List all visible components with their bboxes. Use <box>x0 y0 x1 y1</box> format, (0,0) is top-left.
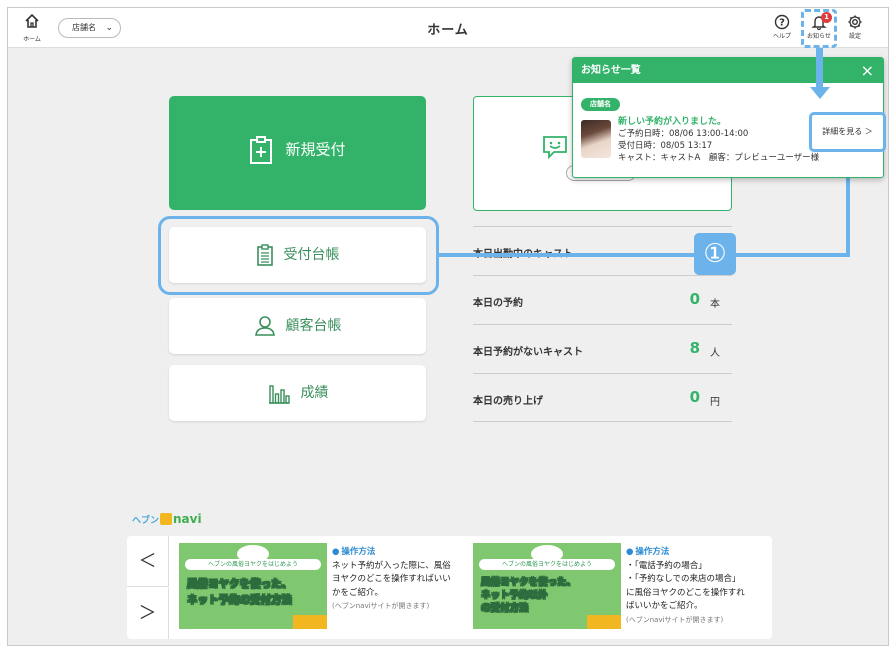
banner-corner <box>293 615 327 629</box>
banner-text: ネット予約が入った際に、風俗 <box>332 560 451 571</box>
stat-label: 本日の売り上げ <box>473 396 543 407</box>
notification-item[interactable]: 新しい予約が入りました。 ご予約日時：08/06 13:00-14:00 受付日… <box>618 116 819 164</box>
banner-title-line: ネット予約以外 <box>481 590 548 602</box>
chat-smile-icon <box>543 136 567 159</box>
settings-label: 設定 <box>848 33 861 40</box>
notification-panel-title: お知らせ一覧 <box>581 65 641 76</box>
annotation-arrow-head <box>810 87 830 99</box>
banner-text: ばいいかをご紹介。 <box>626 601 703 611</box>
new-reception-button[interactable]: 新規受付 <box>169 96 426 210</box>
app-frame: ホーム 店舗名 ⌄ ホーム ? ヘルプ 1 お知らせ 設定 新規受付 受付台帳 <box>7 7 889 646</box>
help-button[interactable]: ? ヘルプ <box>766 14 798 40</box>
close-icon[interactable]: × <box>861 58 874 83</box>
received-datetime: 受付日時：08/05 13:17 <box>618 141 713 151</box>
notification-highlight <box>801 9 837 48</box>
banner-note: (ヘブンnaviサイトが開きます) <box>626 615 724 624</box>
customer-ledger-label: 顧客台帳 <box>285 318 342 334</box>
stat-unit: 本 <box>710 299 720 310</box>
annotation-connector <box>439 253 850 257</box>
help-label: ヘルプ <box>772 33 791 40</box>
banner-info[interactable]: 操作方法 ・「電話予約の場合」 ・「予約なしでの来店の場合」 に風俗ヨヤクのどこ… <box>626 546 766 627</box>
stat-value: 8 <box>689 339 700 357</box>
reservation-datetime: ご予約日時：08/06 13:00-14:00 <box>618 129 749 139</box>
svg-text:?: ? <box>779 18 785 29</box>
help-icon: ? <box>774 14 790 30</box>
stat-row: 本日予約がないキャスト 8 人 <box>473 324 732 373</box>
banner-info[interactable]: 操作方法 ネット予約が入った際に、風俗 ヨヤクのどこを操作すればいい かをご紹介… <box>332 546 472 614</box>
top-bar: ホーム 店舗名 ⌄ ホーム ? ヘルプ 1 お知らせ 設定 <box>8 8 888 48</box>
banner-text: かをご紹介。 <box>332 587 384 598</box>
stat-label: 本日予約がないキャスト <box>473 347 583 358</box>
annotation-number: ① <box>694 233 736 275</box>
banner-text: ・「予約なしでの来店の場合」 <box>626 574 741 584</box>
banner-title: 風俗ヨヤクを使った、 ネット予約の受付方法 <box>187 576 293 608</box>
banner-text: に風俗ヨヤクのどこを操作すれ <box>626 587 745 598</box>
page-title: ホーム <box>427 23 469 38</box>
notification-title: 新しい予約が入りました。 <box>618 117 727 127</box>
stat-row: 本日の予約 0 本 <box>473 275 732 324</box>
banner-image[interactable]: ヘブンの風俗ヨヤクをはじめよう 風俗ヨヤクを使った、 ネット予約の受付方法 <box>179 543 327 629</box>
detail-link-label: 詳細を見る ＞ <box>822 127 873 136</box>
stat-unit: 円 <box>710 397 720 408</box>
gear-icon <box>848 15 862 29</box>
banner-title-line: ネット予約の受付方法 <box>187 594 293 607</box>
settings-button[interactable]: 設定 <box>839 14 871 40</box>
logo-suffix: navi <box>173 512 202 526</box>
banner-category: 操作方法 <box>626 546 766 560</box>
banner-title-line: 風俗ヨヤクを使った、 <box>481 577 577 589</box>
results-button[interactable]: 成績 <box>169 365 426 421</box>
banner-category: 操作方法 <box>332 546 472 560</box>
cube-icon <box>160 513 173 525</box>
banner-title: 風俗ヨヤクを使った、 ネット予約以外 の受付方法 <box>481 576 577 615</box>
banner-text: ・「電話予約の場合」 <box>626 560 707 571</box>
banner-header: ヘブンの風俗ヨヤクをはじめよう <box>479 559 615 570</box>
banner-text: ヨヤクのどこを操作すればいい <box>332 574 451 584</box>
stat-value: 0 <box>689 290 700 308</box>
prev-button[interactable]: ＜ <box>127 536 169 587</box>
stat-unit: 人 <box>710 348 720 359</box>
bar-chart-icon <box>268 385 290 404</box>
notification-panel-header: お知らせ一覧 × <box>573 58 883 83</box>
banner-title-line: の受付方法 <box>481 603 529 615</box>
heaven-navi-logo: ヘブン navi <box>132 512 202 526</box>
navi-banner-strip: ＜ ＞ ヘブンの風俗ヨヤクをはじめよう 風俗ヨヤクを使った、 ネット予約の受付方… <box>127 536 772 639</box>
person-icon <box>254 316 275 336</box>
banner-note: (ヘブンnaviサイトが開きます) <box>332 602 430 610</box>
avatar <box>581 120 611 158</box>
stat-label: 本日の予約 <box>473 298 523 309</box>
cast-customer: キャスト：キャストA 顧客：プレビューユーザー様 <box>618 153 820 163</box>
logo-prefix: ヘブン <box>132 516 160 526</box>
annotation-arrow <box>816 48 823 88</box>
banner-header: ヘブンの風俗ヨヤクをはじめよう <box>185 559 321 570</box>
detail-link[interactable]: 詳細を見る ＞ <box>809 112 886 152</box>
stat-value: 0 <box>689 388 700 406</box>
banner-corner <box>587 615 621 629</box>
stat-row: 本日の売り上げ 0 円 <box>473 373 732 422</box>
next-button[interactable]: ＞ <box>127 588 169 639</box>
store-tag: 店舗名 <box>581 98 620 111</box>
reception-ledger-highlight <box>158 216 439 295</box>
results-label: 成績 <box>300 385 329 401</box>
clipboard-plus-icon <box>250 136 273 164</box>
banner-image[interactable]: ヘブンの風俗ヨヤクをはじめよう 風俗ヨヤクを使った、 ネット予約以外 の受付方法 <box>473 543 621 629</box>
new-reception-label: 新規受付 <box>285 140 346 159</box>
customer-ledger-button[interactable]: 顧客台帳 <box>169 298 426 354</box>
banner-title-line: 風俗ヨヤクを使った、 <box>187 578 293 591</box>
